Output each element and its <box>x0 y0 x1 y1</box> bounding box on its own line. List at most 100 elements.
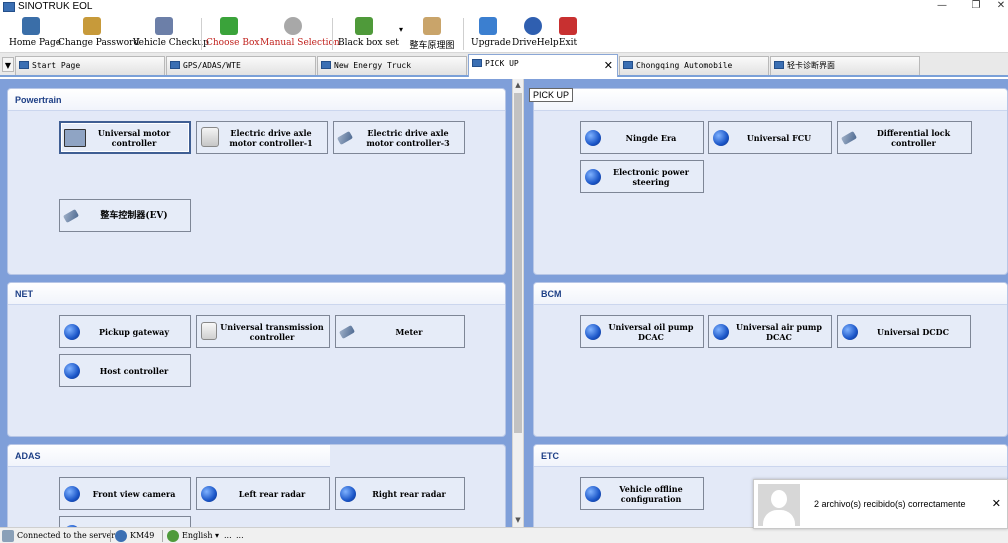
tab-list-dropdown[interactable]: ▼ <box>2 57 14 72</box>
status-separator <box>162 530 163 542</box>
globe-icon <box>64 363 80 379</box>
title-bar: SINOTRUK EOL — ❐ ✕ <box>0 0 1008 15</box>
globe-icon <box>64 486 80 502</box>
electronic-power-steering-button[interactable]: Electronic power steering <box>580 160 704 193</box>
universal-dcdc-button[interactable]: Universal DCDC <box>837 315 971 348</box>
drive-help-button[interactable]: DriveHelp <box>512 17 559 51</box>
info-icon <box>115 530 127 542</box>
panel-title: Powertrain <box>8 89 505 111</box>
change-password-button[interactable]: Change Password <box>58 17 139 51</box>
home-page-button[interactable]: Home Page <box>9 17 61 51</box>
connection-icon <box>2 530 14 542</box>
panel-bcm: BCM Universal oil pump DCAC Universal ai… <box>533 282 1008 437</box>
panel-adas: ADAS Front view camera Left rear radar R… <box>7 444 506 534</box>
panel-net: NET Pickup gateway Universal transmissio… <box>7 282 506 437</box>
tab-light-truck-diagnosis[interactable]: 轻卡诊断界面 <box>770 56 920 75</box>
tab-chongqing-automobile[interactable]: Chongqing Automobile <box>619 56 769 75</box>
vehicle-offline-configuration-button[interactable]: Vehicle offline configuration <box>580 477 704 510</box>
tool-icon <box>338 325 356 339</box>
tab-new-energy-truck[interactable]: New Energy Truck <box>317 56 467 75</box>
tab-gps-adas-wte[interactable]: GPS/ADAS/WTE <box>166 56 316 75</box>
restore-button[interactable]: ❐ <box>966 0 986 14</box>
globe-icon <box>64 324 80 340</box>
toolbar-separator <box>201 18 202 50</box>
gear-icon <box>284 17 302 35</box>
vehicle-controller-ev-button[interactable]: 整车控制器(EV) <box>59 199 191 232</box>
status-ellipsis: ... <box>224 531 232 540</box>
black-box-set-button[interactable]: Black box set <box>338 17 399 51</box>
close-notification-icon[interactable]: ✕ <box>992 497 1001 510</box>
notification-message: 2 archivo(s) recibido(s) correctamente <box>814 499 966 509</box>
exit-button[interactable]: Exit <box>558 17 578 51</box>
avatar-icon <box>758 484 800 526</box>
globe-icon <box>340 486 356 502</box>
help-icon <box>524 17 542 35</box>
app-icon <box>3 2 15 12</box>
close-window-button[interactable]: ✕ <box>994 0 1008 14</box>
upgrade-arrow-icon <box>479 17 497 35</box>
globe-icon <box>713 324 729 340</box>
vehicle-checkup-icon <box>155 17 173 35</box>
upgrade-button[interactable]: Upgrade <box>471 17 511 51</box>
tab-icon <box>321 61 331 69</box>
electric-drive-axle-controller-1-button[interactable]: Electric drive axle motor controller-1 <box>196 121 328 154</box>
panel-powertrain: Powertrain Universal motor controller El… <box>7 88 506 275</box>
meter-button[interactable]: Meter <box>335 315 465 348</box>
close-tab-icon[interactable]: ✕ <box>604 57 613 75</box>
connection-status: Connected to the server <box>2 530 115 542</box>
electric-drive-axle-controller-3-button[interactable]: Electric drive axle motor controller-3 <box>333 121 465 154</box>
module-grid: Powertrain Universal motor controller El… <box>0 79 1008 534</box>
tab-start-page[interactable]: Start Page <box>15 56 165 75</box>
globe-icon <box>585 169 601 185</box>
vehicle-checkup-button[interactable]: Vehicle Checkup <box>133 17 209 51</box>
panel-title: ETC <box>534 445 1007 467</box>
left-rear-radar-button[interactable]: Left rear radar <box>196 477 330 510</box>
black-box-icon <box>355 17 373 35</box>
front-view-camera-button[interactable]: Front view camera <box>59 477 191 510</box>
status-bar: Connected to the server KM49 English ▾ .… <box>0 527 1008 543</box>
scrollbar-thumb[interactable] <box>514 93 522 433</box>
globe-icon <box>842 324 858 340</box>
scroll-up-arrow[interactable]: ▲ <box>513 80 523 90</box>
model-status: KM49 <box>115 530 154 542</box>
toolbar-separator <box>463 18 464 50</box>
differential-lock-controller-button[interactable]: Differential lock controller <box>837 121 972 154</box>
panel-title <box>534 89 1007 111</box>
window-title: SINOTRUK EOL <box>18 1 93 12</box>
manual-selection-button[interactable]: Manual Selection <box>260 17 340 51</box>
ningde-era-button[interactable]: Ningde Era <box>580 121 704 154</box>
globe-icon <box>713 130 729 146</box>
panel-chassis: Ningde Era Universal FCU Differential lo… <box>533 88 1008 275</box>
universal-oil-pump-dcac-button[interactable]: Universal oil pump DCAC <box>580 315 704 348</box>
scroll-down-arrow[interactable]: ▼ <box>513 515 523 525</box>
vehicle-schematic-button[interactable]: 整车原理图 <box>407 17 457 51</box>
notification-toast: 2 archivo(s) recibido(s) correctamente ✕ <box>753 479 1008 529</box>
key-icon <box>83 17 101 35</box>
tab-pick-up[interactable]: PICK UP ✕ <box>468 54 618 77</box>
universal-motor-controller-button[interactable]: Universal motor controller <box>59 121 191 154</box>
monitor-icon <box>64 129 86 147</box>
schematic-icon <box>423 17 441 35</box>
universal-fcu-button[interactable]: Universal FCU <box>708 121 832 154</box>
tab-icon <box>472 59 482 67</box>
globe-icon <box>201 486 217 502</box>
pickup-gateway-button[interactable]: Pickup gateway <box>59 315 191 348</box>
toolbar-separator <box>332 18 333 50</box>
host-controller-button[interactable]: Host controller <box>59 354 191 387</box>
tool-icon <box>62 209 80 223</box>
status-separator <box>110 530 111 542</box>
right-rear-radar-button[interactable]: Right rear radar <box>335 477 465 510</box>
minimize-button[interactable]: — <box>932 0 952 14</box>
language-selector[interactable]: English ▾ <box>167 530 219 542</box>
tab-strip: ▼ Start Page GPS/ADAS/WTE New Energy Tru… <box>0 53 1008 77</box>
universal-air-pump-dcac-button[interactable]: Universal air pump DCAC <box>708 315 832 348</box>
language-caret: ▾ <box>215 531 220 540</box>
choose-box-button[interactable]: Choose Box <box>206 17 259 51</box>
exit-icon <box>559 17 577 35</box>
tab-icon <box>170 61 180 69</box>
universal-transmission-controller-button[interactable]: Universal transmission controller <box>196 315 330 348</box>
joystick-icon <box>201 127 219 147</box>
globe-icon <box>585 486 601 502</box>
tab-icon <box>19 61 29 69</box>
vertical-scrollbar[interactable]: ▲ ▼ <box>512 79 524 527</box>
